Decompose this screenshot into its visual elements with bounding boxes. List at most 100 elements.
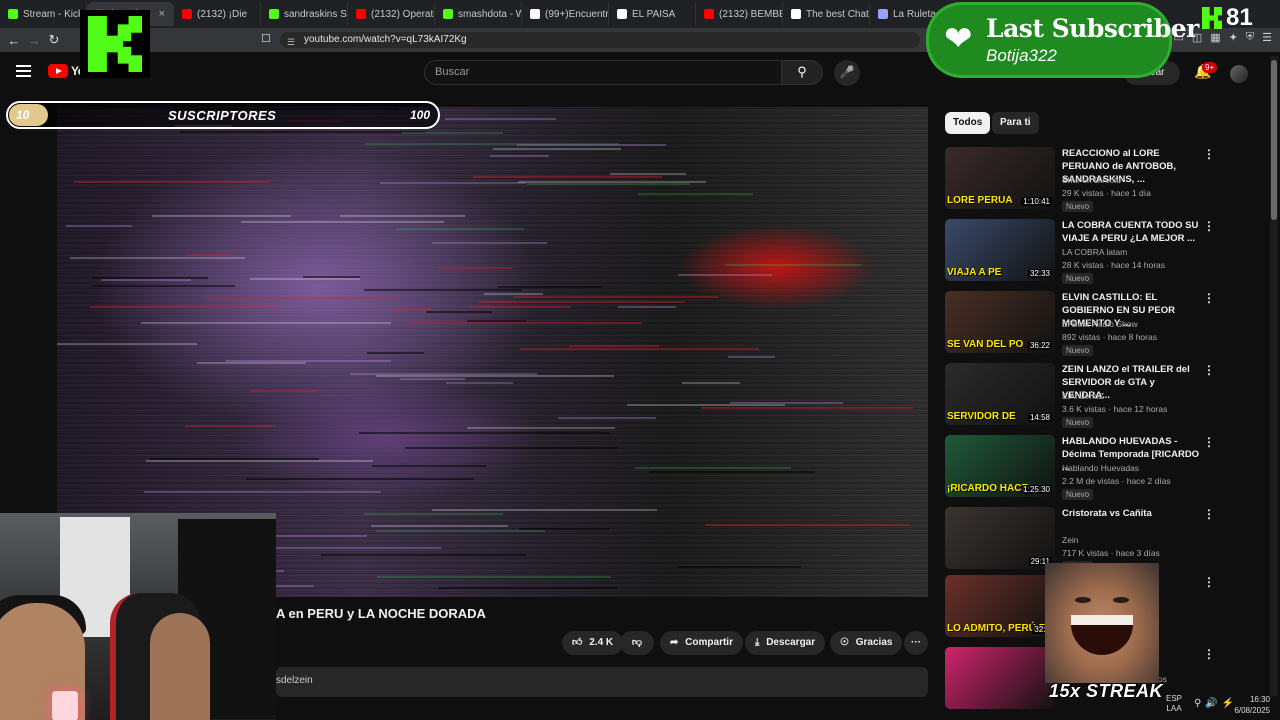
tab-label: (99+)Encuentro (545, 8, 609, 20)
glitch-streak (728, 356, 775, 358)
glitch-streak (246, 478, 474, 480)
sparkle-icon[interactable]: ✦ (1229, 31, 1238, 44)
glitch-streak (400, 378, 465, 380)
description-box[interactable]: sdelzein (276, 667, 928, 697)
wallet-icon[interactable]: ▦ (1210, 31, 1220, 44)
browser-tab[interactable]: (2132) BEMBE (696, 2, 783, 26)
voice-search-button[interactable]: 🎤 (834, 60, 860, 86)
chip-para-ti[interactable]: Para ti (992, 112, 1039, 134)
more-options-icon[interactable]: ⋮ (1203, 363, 1215, 377)
video-thumbnail[interactable]: LORE PERUA 1:10:41 (945, 147, 1055, 209)
video-thumbnail[interactable]: LO ADMITO, PERÚ ES 32:2 (945, 575, 1055, 637)
recommended-video[interactable]: SE VAN DEL PO 36:22 ELVIN CASTILLO: EL GOB… (945, 291, 1215, 356)
recommended-video[interactable]: VIAJA A PE 32:33 LA COBRA CUENTA TODO SU V… (945, 219, 1215, 284)
scrollbar-thumb[interactable] (1271, 60, 1277, 220)
channel-name[interactable]: Zein (1062, 535, 1079, 545)
new-badge: Nuevo (1062, 201, 1094, 212)
recommended-video[interactable]: ¡RICARDO HACE 1:25:30 HABLANDO HUEVADAS - … (945, 435, 1215, 500)
glitch-streak (518, 181, 706, 183)
more-options-icon[interactable]: ⋮ (1203, 147, 1215, 161)
video-thumbnail[interactable]: SERVIDOR DE 14:58 (945, 363, 1055, 425)
more-options-icon[interactable]: ⋮ (1203, 291, 1215, 305)
channel-name[interactable]: Shur en Directo (1062, 175, 1121, 185)
more-options-icon[interactable]: ⋮ (1203, 647, 1215, 661)
glitch-streak (682, 382, 740, 384)
tab-favicon-icon (878, 9, 888, 19)
video-thumbnail[interactable]: SE VAN DEL PO 36:22 (945, 291, 1055, 353)
share-button[interactable]: ➦ Compartir (660, 631, 743, 655)
channel-name[interactable]: El Beat Radio Show (1062, 319, 1138, 329)
glitch-streak (372, 465, 486, 467)
page-scrollbar[interactable] (1270, 56, 1278, 696)
browser-tab[interactable]: (2132) Operati (348, 2, 435, 26)
browser-tab[interactable]: The best ChatB (783, 2, 870, 26)
glitch-streak (197, 362, 306, 364)
more-options-icon[interactable]: ⋮ (1203, 219, 1215, 233)
recommended-video[interactable]: LORE PERUA 1:10:41 REACCIONO al LORE PERUA… (945, 147, 1215, 212)
video-thumbnail[interactable] (945, 647, 1055, 709)
tab-favicon-icon (791, 9, 801, 19)
glitch-streak (678, 274, 772, 276)
last-subscriber-title: Last Subscriber (986, 14, 1199, 43)
browser-tab[interactable]: (2132) ¡Die (174, 2, 261, 26)
hamburger-menu-icon[interactable] (16, 65, 31, 77)
tray-icons[interactable]: ⚲🔊⚡ (1194, 698, 1238, 709)
language-indicator[interactable]: ESP LAA (1166, 694, 1182, 714)
video-duration: 1:10:41 (1021, 197, 1052, 206)
download-icon: ⤓ (755, 637, 760, 648)
video-thumbnail[interactable]: ¡RICARDO HACE 1:25:30 (945, 435, 1055, 497)
shield-icon[interactable]: ⛨ (1246, 31, 1254, 44)
thumbnail-caption: SE VAN DEL PO (947, 339, 1024, 350)
url-field[interactable]: ☰ youtube.com/watch?v=qL73kAI72Kg (280, 32, 920, 48)
avatar[interactable] (1230, 65, 1248, 83)
more-options-icon[interactable]: ⋮ (1203, 575, 1215, 589)
glitch-streak (426, 311, 492, 313)
video-stats: 892 vistas · hace 8 horas (1062, 332, 1157, 342)
glitch-streak (66, 225, 132, 227)
thumbnail-caption: ¡RICARDO HACE (947, 483, 1029, 494)
tab-favicon-icon (8, 9, 18, 19)
download-button[interactable]: ⤓ Descargar (745, 631, 826, 655)
browser-tab[interactable]: sandraskins Str (261, 2, 348, 26)
channel-name[interactable]: LA COBRA latam (1062, 247, 1127, 257)
thanks-button[interactable]: ☉ Gracias (830, 631, 903, 655)
glitch-streak (185, 425, 276, 427)
dislike-button[interactable]: 👎︎ (620, 631, 654, 655)
search-button[interactable]: ⚲ (781, 60, 823, 85)
browser-tab[interactable]: smashdota - W (435, 2, 522, 26)
video-duration: 32:33 (1027, 269, 1052, 278)
glitch-streak (90, 306, 279, 308)
new-badge: Nuevo (1062, 273, 1094, 284)
thumbs-down-icon: 👎︎ (631, 637, 643, 648)
more-actions-button[interactable]: ··· (904, 631, 928, 655)
browser-tab[interactable]: (99+)Encuentro (522, 2, 609, 26)
recommended-video[interactable]: 29:11 Cristorata vs Cañita Zein 717 K vista… (945, 507, 1215, 572)
more-options-icon[interactable]: ⋮ (1203, 435, 1215, 449)
more-options-icon[interactable]: ⋮ (1203, 507, 1215, 521)
share-icon: ➦ (670, 637, 679, 648)
video-thumbnail[interactable]: 29:11 (945, 507, 1055, 569)
channel-name[interactable]: ElAndenoZ (1062, 391, 1104, 401)
thumbs-up-icon: 👍︎ (572, 637, 583, 648)
streak-label: 15x STREAK (1049, 681, 1164, 701)
bookmark-icon[interactable]: ☐ (256, 32, 276, 45)
menu-icon[interactable]: ☰ (1262, 31, 1272, 44)
forward-arrow-icon[interactable]: → (24, 33, 44, 48)
recommended-video[interactable]: SERVIDOR DE 14:58 ZEIN LANZO el TRAILER de… (945, 363, 1215, 428)
clock[interactable]: 16:30 6/08/2025 (1234, 694, 1270, 716)
chip-todos[interactable]: Todos (945, 112, 991, 134)
tab-label: sandraskins Str (284, 8, 348, 20)
browser-tab[interactable]: EL PAISA (609, 2, 696, 26)
browser-tab[interactable]: Stream - Kick D (0, 2, 87, 26)
tab-label: smashdota - W (458, 8, 522, 20)
close-tab-icon[interactable]: × (159, 8, 165, 20)
reload-icon[interactable]: ↻ (44, 32, 64, 48)
channel-name[interactable]: Hablando Huevadas (1062, 463, 1139, 473)
back-arrow-icon[interactable]: ← (4, 33, 24, 48)
like-button[interactable]: 👍︎ 2.4 K (562, 631, 624, 655)
glitch-streak (627, 404, 785, 406)
search-input[interactable]: Buscar (424, 60, 782, 85)
video-thumbnail[interactable]: VIAJA A PE 32:33 (945, 219, 1055, 281)
glitch-streak (473, 176, 662, 178)
site-info-icon[interactable]: ☰ (287, 34, 295, 50)
